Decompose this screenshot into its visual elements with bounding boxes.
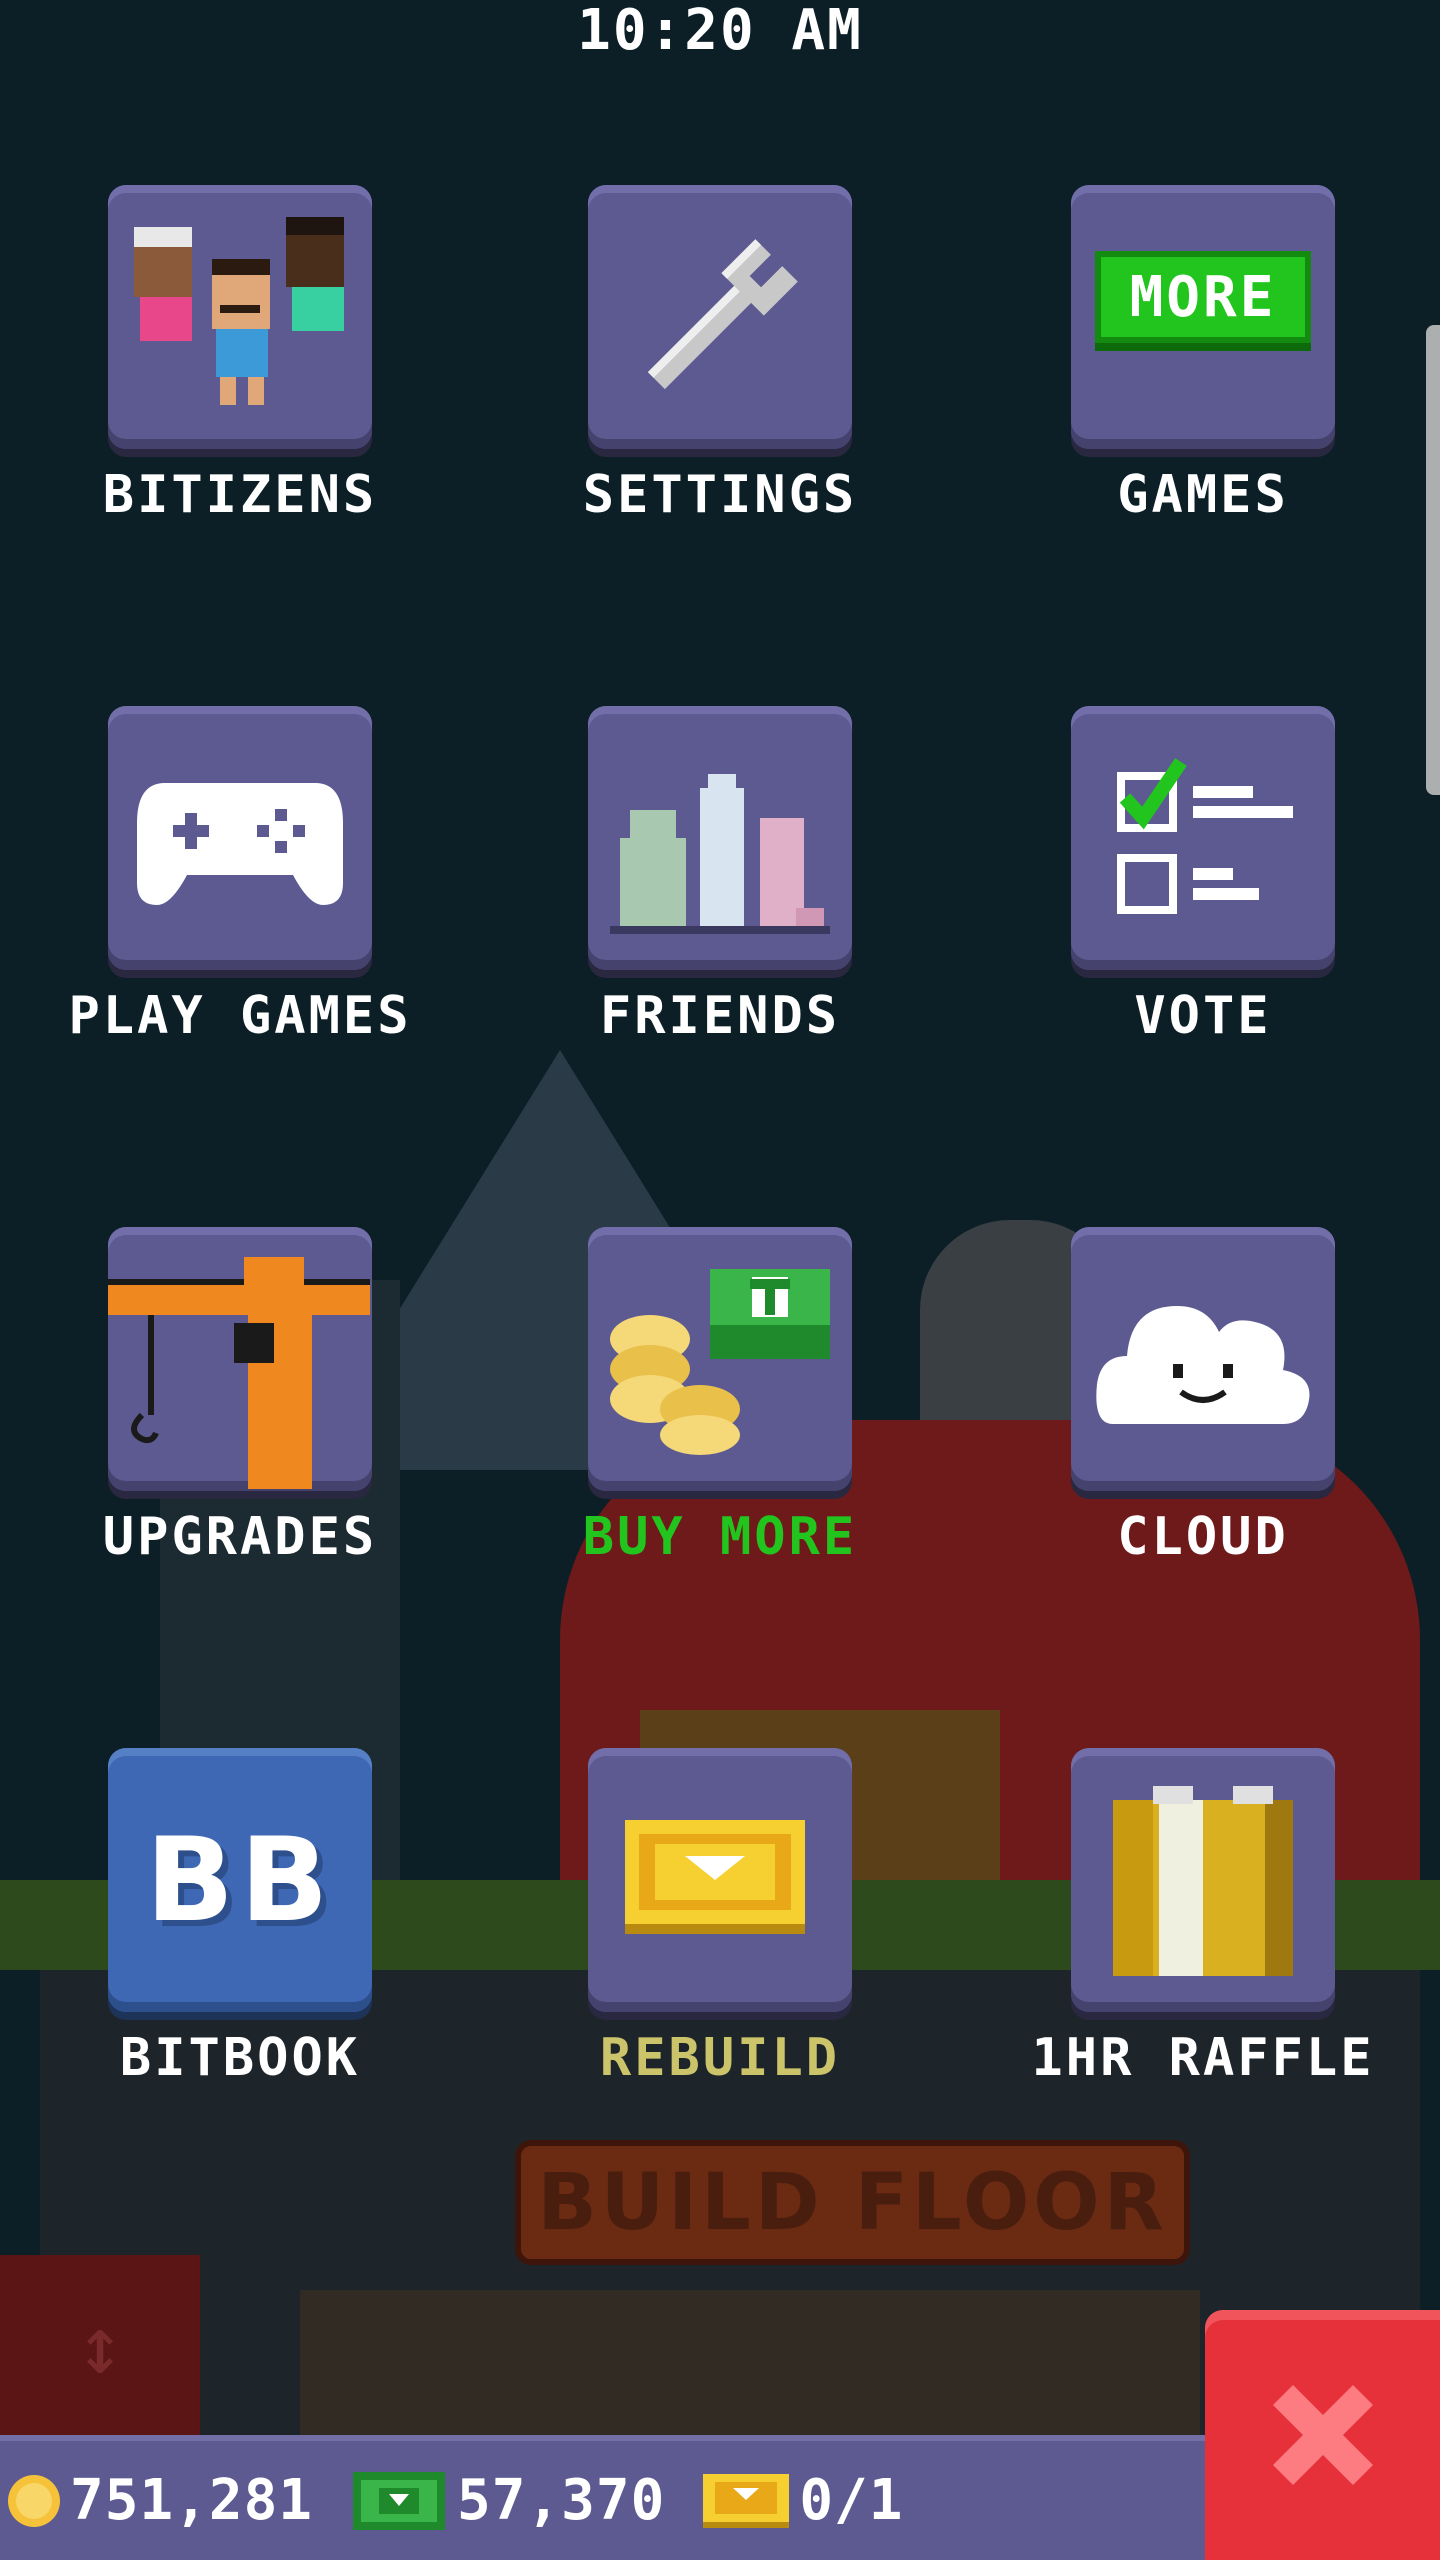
cloud-tile[interactable] [1071,1227,1335,1491]
coins-and-bux-icon [610,1269,830,1455]
menu-item-settings[interactable]: SETTINGS [490,185,950,525]
bitbook-tile[interactable]: BB [108,1748,372,2012]
menu-item-rebuild[interactable]: REBUILD [490,1748,950,2088]
bitizens-label: BITIZENS [102,465,378,525]
rebuild-tile[interactable] [588,1748,852,2012]
menu-item-cloud[interactable]: CLOUD [973,1227,1433,1567]
buy-more-label: BUY MORE [582,1507,858,1567]
buy-more-tile[interactable] [588,1227,852,1491]
menu-item-buy-more[interactable]: BUY MORE [490,1227,950,1567]
bb-logo-icon: BB [145,1812,335,1948]
menu-item-friends[interactable]: FRIENDS [490,706,950,1046]
play-games-label: PLAY GAMES [68,986,412,1046]
menu-item-bitizens[interactable]: BITIZENS [10,185,470,525]
raffle-label: 1HR RAFFLE [1031,2028,1375,2088]
city-buildings-icon [610,774,830,934]
upgrades-tile[interactable] [108,1227,372,1491]
menu-item-bitbook[interactable]: BB BITBOOK [10,1748,470,2088]
menu-item-play-games[interactable]: PLAY GAMES [10,706,470,1046]
close-icon [1272,2385,1373,2485]
elevator-button: ↕ [0,2255,200,2435]
golden-ticket-small-icon [703,2473,790,2528]
people-icon [134,217,344,405]
cloud-icon [1096,1306,1310,1424]
bux-icon [353,2471,446,2530]
friends-tile[interactable] [588,706,852,970]
more-badge-icon: MORE [1095,251,1311,343]
currency-bar: 751,281 57,370 0/1 [0,2435,1205,2560]
rebuild-label: REBUILD [599,2028,841,2088]
wrench-icon [647,239,798,390]
upgrades-label: UPGRADES [102,1507,378,1567]
vote-label: VOTE [1134,986,1272,1046]
workers-decoration [300,2290,1200,2435]
crane-icon [108,1257,370,1489]
play-games-tile[interactable] [108,706,372,970]
menu-item-vote[interactable]: VOTE [973,706,1433,1046]
tickets-display: 0/1 [701,2468,903,2533]
more-games-tile[interactable]: MORE [1071,185,1335,449]
close-menu-button[interactable] [1205,2310,1440,2560]
bitizens-tile[interactable] [108,185,372,449]
checklist-icon [1117,758,1293,914]
friends-label: FRIENDS [599,986,841,1046]
settings-tile[interactable] [588,185,852,449]
bitbook-label: BITBOOK [119,2028,361,2088]
tickets-value: 0/1 [799,2468,904,2533]
raffle-tile[interactable] [1071,1748,1335,2012]
more-games-label: GAMES [1117,465,1289,525]
bux-value: 57,370 [457,2468,666,2533]
bux-display: 57,370 [349,2468,665,2534]
menu-item-more-games[interactable]: MORE GAMES [973,185,1433,525]
menu-item-raffle[interactable]: 1HR RAFFLE [973,1748,1433,2088]
status-time: 10:20 AM [577,0,863,63]
coins-value: 751,281 [70,2468,314,2533]
menu-item-upgrades[interactable]: UPGRADES [10,1227,470,1567]
vote-tile[interactable] [1071,706,1335,970]
golden-ticket-icon [625,1820,805,1934]
coins-display: 751,281 [6,2468,313,2533]
coin-icon [8,2474,60,2527]
settings-label: SETTINGS [582,465,858,525]
gamepad-icon [137,783,343,905]
build-floor-sign: BUILD FLOOR [515,2140,1190,2265]
raffle-ticket-icon [1113,1786,1293,1976]
cloud-label: CLOUD [1117,1507,1289,1567]
